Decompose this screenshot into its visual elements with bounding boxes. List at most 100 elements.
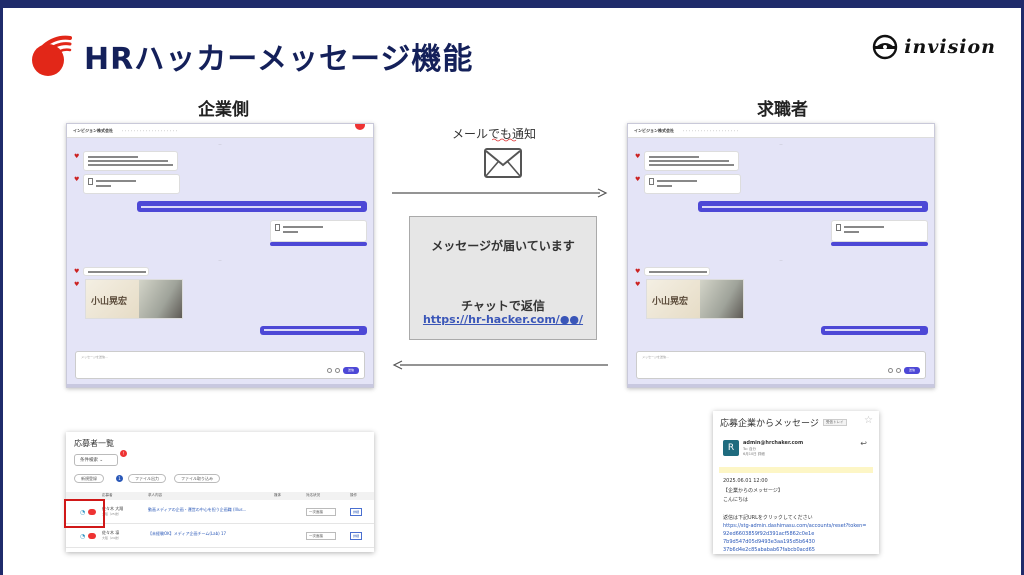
chat-date-divider: ―	[218, 258, 222, 262]
new-register-button[interactable]: 新規登録	[74, 474, 104, 483]
detail-button[interactable]: 詳細	[350, 508, 362, 516]
sender-heart-icon: ♥	[74, 281, 80, 288]
email-from: admin@hrchaker.com	[743, 440, 804, 446]
chat-date-divider: ―	[779, 258, 783, 262]
table-row[interactable]: ◔ 佐々木 大翔 大阪（25歳） 動画メディアの企画・運営の中心を担う企画職 (…	[66, 502, 374, 524]
notification-reply-text: チャットで返信	[461, 299, 545, 313]
chat-header-meta: ・・・・・・・・・・・・・・・・・・・	[682, 128, 740, 133]
message-input[interactable]: メッセージを送信... 送信	[636, 351, 926, 379]
profile-name: 小山晃宏	[91, 297, 128, 307]
incoming-message	[644, 151, 739, 171]
column-header: 対応状況	[306, 493, 320, 497]
outgoing-file-message	[831, 220, 928, 242]
email-reply-link[interactable]: 37b6d4e2c85ababab67fabcb0acd65	[723, 547, 815, 553]
status-select[interactable]: 一次面接	[306, 508, 336, 516]
star-icon[interactable]: ☆	[864, 415, 873, 426]
chat-header-meta: ・・・・・・・・・・・・・・・・・・・	[121, 128, 179, 133]
filter-badge: !	[120, 450, 127, 457]
frame-top-bar	[0, 0, 1024, 8]
incoming-file-message	[83, 174, 180, 194]
chat-scrollbar[interactable]	[628, 384, 934, 387]
pdf-file-icon	[836, 224, 841, 231]
left-arrow	[392, 360, 608, 370]
sender-heart-icon: ♥	[74, 153, 80, 160]
pdf-file-icon	[88, 178, 93, 185]
sender-heart-icon: ♥	[74, 176, 80, 183]
reply-icon[interactable]: ↩	[860, 439, 867, 448]
status-select[interactable]: 一次面接	[306, 532, 336, 540]
incoming-message	[83, 151, 178, 171]
file-export-button[interactable]: ファイル出力	[128, 474, 166, 483]
job-link[interactable]: 動画メディアの企画・運営の中心を担う企画職 (Illus...	[148, 507, 246, 513]
attach-icon[interactable]	[896, 368, 901, 373]
emoji-icon[interactable]	[327, 368, 332, 373]
attach-icon[interactable]	[335, 368, 340, 373]
column-header: 応募者	[102, 493, 113, 497]
column-header: 媒体	[274, 493, 281, 497]
count-badge: 1	[116, 475, 123, 482]
incoming-message	[83, 267, 149, 276]
pdf-file-icon	[275, 224, 280, 231]
chat-icon[interactable]: ◔	[80, 533, 85, 540]
chat-header: インビジョン株式会社 ・・・・・・・・・・・・・・・・・・・	[628, 124, 934, 138]
email-body-line: 【企業からのメッセージ】	[723, 488, 783, 494]
email-date: 6月10日 詳細	[743, 452, 765, 456]
highlight-band	[719, 467, 873, 473]
seeker-side-label: 求職者	[757, 100, 808, 120]
column-header: 求人内容	[148, 493, 162, 497]
file-import-button[interactable]: ファイル取り込み	[174, 474, 220, 483]
job-link[interactable]: 【未経験OK】メディア企画チーム(Lab) 17	[148, 531, 226, 537]
frame-left-bar	[0, 0, 3, 575]
outgoing-message	[698, 201, 928, 212]
chat-date-divider: ―	[779, 142, 783, 146]
filter-search-button[interactable]: 条件検索 ⌄	[74, 454, 118, 466]
column-header: 操作	[350, 493, 357, 497]
email-subject: 応募企業からメッセージ	[720, 419, 819, 429]
inbox-tag[interactable]: 受信トレイ	[823, 419, 847, 426]
sender-heart-icon: ♥	[635, 268, 641, 275]
hrhacker-logo-icon	[32, 35, 72, 76]
incoming-file-message	[644, 174, 741, 194]
chat-icon-highlight	[64, 499, 105, 528]
sender-heart-icon: ♥	[635, 281, 641, 288]
outgoing-message	[821, 326, 928, 335]
brand-name: invision	[904, 36, 996, 58]
profile-name: 小山晃宏	[652, 297, 689, 307]
email-body-line: 返信は下記URLをクリックしてください	[723, 515, 813, 521]
seeker-chat-window: インビジョン株式会社 ・・・・・・・・・・・・・・・・・・・ ― ♥ ♥ ― ♥…	[627, 123, 935, 388]
outgoing-message	[260, 326, 367, 335]
sender-heart-icon: ♥	[74, 268, 80, 275]
profile-image-card: 小山晃宏	[646, 279, 744, 319]
applicant-list-panel: 応募者一覧 条件検索 ⌄ ! 新規登録 1 ファイル出力 ファイル取り込み 応募…	[66, 432, 374, 552]
chat-company-name: インビジョン株式会社	[634, 127, 674, 133]
brand-logo: invision	[872, 34, 996, 60]
chat-company-name: インビジョン株式会社	[73, 127, 113, 133]
message-input[interactable]: メッセージを送信... 送信	[75, 351, 365, 379]
notification-headline: メッセージが届いています	[431, 239, 575, 253]
detail-button[interactable]: 詳細	[350, 532, 362, 540]
invision-mark-icon	[873, 34, 898, 60]
applicant-list-title: 応募者一覧	[74, 439, 114, 448]
sender-heart-icon: ♥	[635, 176, 641, 183]
send-button[interactable]: 送信	[904, 367, 920, 374]
applicant-sub: 大阪（24歳）	[102, 536, 121, 540]
email-body-line: こんにちは	[723, 497, 749, 503]
company-chat-window: インビジョン株式会社 ・・・・・・・・・・・・・・・・・・・ ― ♥ ♥ ― ♥…	[66, 123, 374, 388]
pdf-file-icon	[649, 178, 654, 185]
chat-date-divider: ―	[218, 142, 222, 146]
mail-icon	[484, 148, 522, 178]
send-button[interactable]: 送信	[343, 367, 359, 374]
email-reply-link[interactable]: https://stg-admin.dashimasu.com/accounts…	[723, 523, 866, 529]
avatar: R	[723, 440, 739, 456]
emoji-icon[interactable]	[888, 368, 893, 373]
incoming-message	[644, 267, 710, 276]
notification-reply-link[interactable]: https://hr-hacker.com/●●/	[410, 313, 596, 326]
spellcheck-squiggle	[492, 138, 517, 142]
email-reply-link[interactable]: 92ed6603859f92d391acf5862c0e1e	[723, 531, 814, 537]
email-reply-link[interactable]: 7b9d547d05d9493e3aa195d5b6430	[723, 539, 815, 545]
chat-scrollbar[interactable]	[67, 384, 373, 387]
file-bubble-footer	[270, 242, 367, 246]
table-row[interactable]: ◔ 佐々木 凛 大阪（24歳） 【未経験OK】メディア企画チーム(Lab) 17…	[66, 526, 374, 548]
outgoing-message	[137, 201, 367, 212]
file-bubble-footer	[831, 242, 928, 246]
